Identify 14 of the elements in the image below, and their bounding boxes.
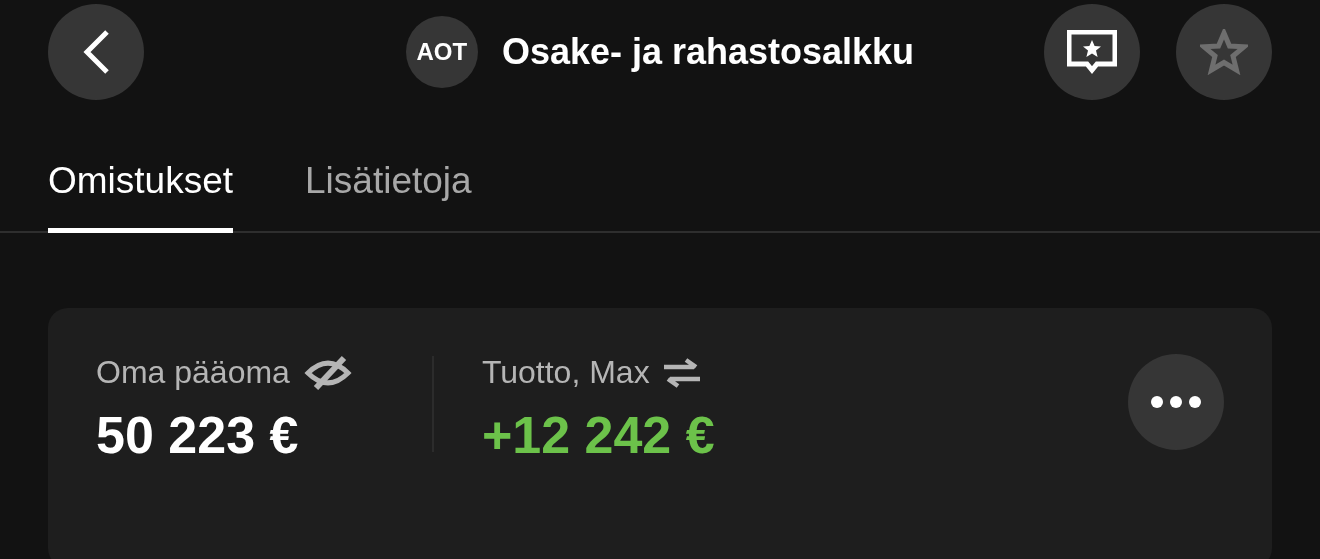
more-icon [1151, 396, 1201, 408]
logo: AOT [405, 16, 478, 88]
star-comment-icon [1067, 30, 1117, 74]
return-value: +12 242 € [481, 405, 715, 465]
back-icon [81, 29, 111, 75]
equity-value: 50 223 € [96, 405, 300, 465]
tab[interactable]: Lisätietoja [305, 138, 472, 233]
equity-label: Oma pääoma [96, 354, 290, 391]
tab[interactable]: Omistukset [48, 138, 234, 233]
return-label: Tuotto, Max [481, 354, 650, 391]
eye-off-icon[interactable] [303, 354, 352, 391]
star-icon [1200, 29, 1248, 75]
swap-icon[interactable] [663, 357, 700, 388]
page-title: Osake- ja rahastosalkku [501, 31, 915, 73]
